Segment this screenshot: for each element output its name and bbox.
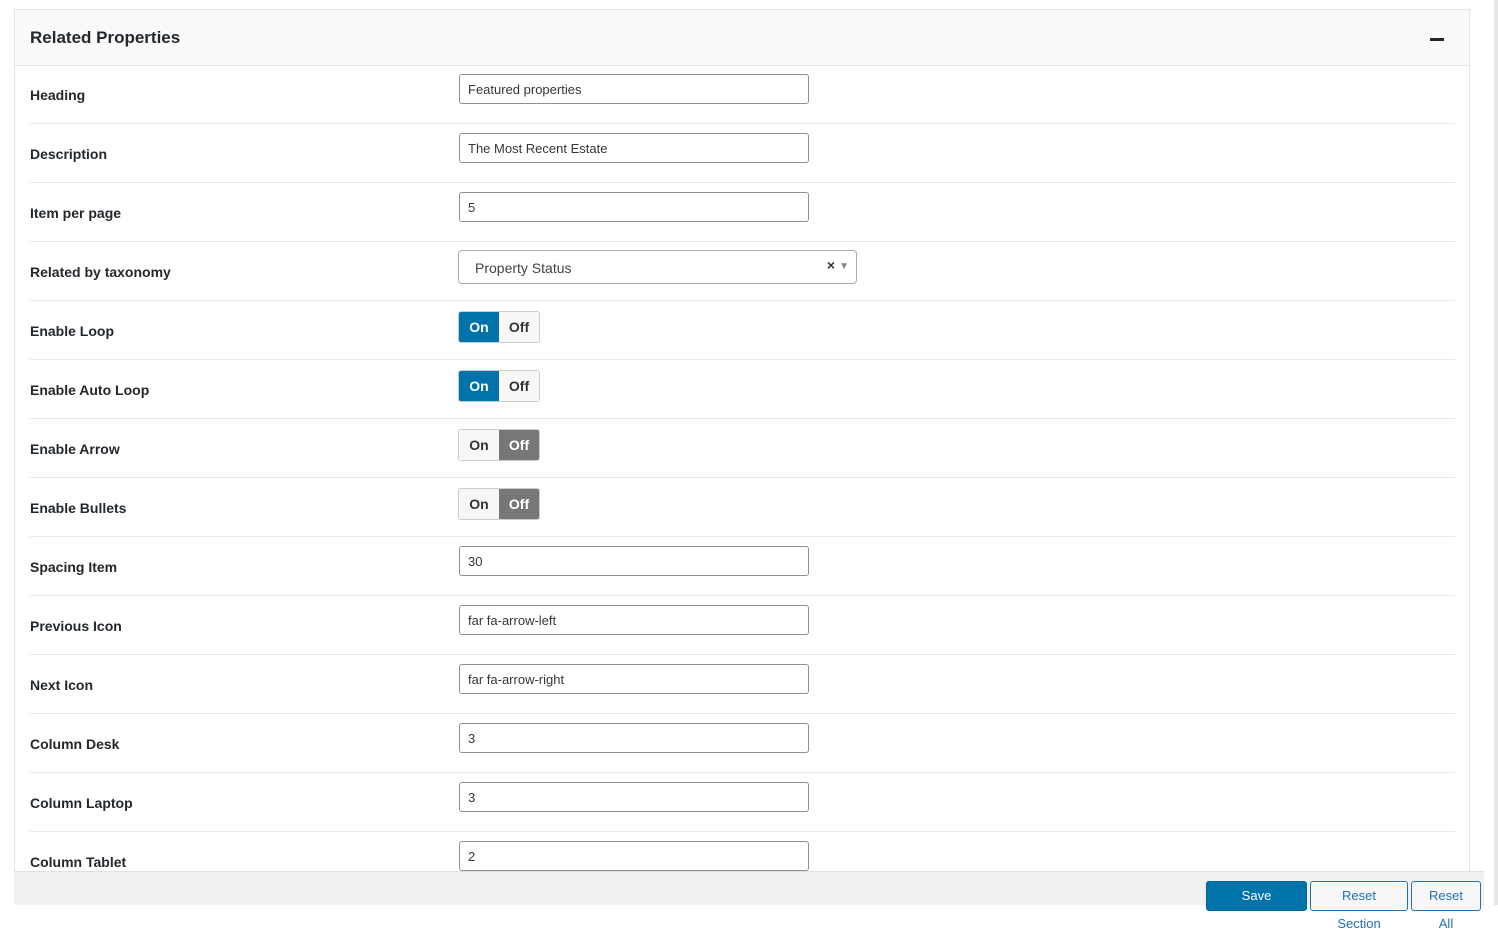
description-label: Description xyxy=(30,146,108,162)
toggle-on[interactable]: On xyxy=(459,489,499,519)
toggle-on[interactable]: On xyxy=(459,430,499,460)
clear-icon[interactable]: × xyxy=(827,257,835,273)
column-desk-input[interactable] xyxy=(459,723,809,753)
related-by-taxonomy-select[interactable]: Property Status × ▼ xyxy=(458,250,857,284)
save-changes-button[interactable]: Save Changes xyxy=(1206,881,1307,931)
row-previous-icon: Previous Icon xyxy=(30,596,1455,655)
options-footer: Save Changes Reset Section Reset All xyxy=(14,871,1484,931)
enable-auto-loop-toggle[interactable]: On Off xyxy=(458,370,540,402)
minus-icon[interactable] xyxy=(1427,27,1447,47)
select-value: Property Status xyxy=(475,260,572,276)
toggle-off[interactable]: Off xyxy=(499,312,539,342)
next-icon-input[interactable] xyxy=(459,664,809,694)
enable-bullets-label: Enable Bullets xyxy=(30,500,127,516)
row-description: Description xyxy=(30,124,1455,183)
toggle-on[interactable]: On xyxy=(459,371,499,401)
enable-loop-label: Enable Loop xyxy=(30,323,114,339)
related-by-taxonomy-label: Related by taxonomy xyxy=(30,264,171,280)
description-input[interactable] xyxy=(459,133,809,163)
column-tablet-label: Column Tablet xyxy=(30,854,127,870)
spacing-item-input[interactable] xyxy=(459,546,809,576)
column-desk-label: Column Desk xyxy=(30,736,120,752)
row-enable-bullets: Enable Bullets On Off xyxy=(30,478,1455,537)
row-related-by-taxonomy: Related by taxonomy Property Status × ▼ xyxy=(30,242,1455,301)
enable-arrow-toggle[interactable]: On Off xyxy=(458,429,540,461)
row-enable-arrow: Enable Arrow On Off xyxy=(30,419,1455,478)
previous-icon-input[interactable] xyxy=(459,605,809,635)
row-spacing-item: Spacing Item xyxy=(30,537,1455,596)
row-enable-loop: Enable Loop On Off xyxy=(30,301,1455,360)
enable-loop-toggle[interactable]: On Off xyxy=(458,311,540,343)
related-properties-panel: Related Properties Heading Description I… xyxy=(14,9,1470,871)
row-next-icon: Next Icon xyxy=(30,655,1455,714)
previous-icon-label: Previous Icon xyxy=(30,618,122,634)
row-heading: Heading xyxy=(30,65,1455,124)
reset-all-button[interactable]: Reset All xyxy=(1411,881,1481,931)
spacing-item-label: Spacing Item xyxy=(30,559,118,575)
reset-section-button[interactable]: Reset Section xyxy=(1310,881,1408,931)
toggle-off[interactable]: Off xyxy=(499,371,539,401)
column-tablet-input[interactable] xyxy=(459,841,809,871)
item-per-page-input[interactable] xyxy=(459,192,809,222)
enable-bullets-toggle[interactable]: On Off xyxy=(458,488,540,520)
toggle-off[interactable]: Off xyxy=(499,430,539,460)
column-laptop-input[interactable] xyxy=(459,782,809,812)
row-column-desk: Column Desk xyxy=(30,714,1455,773)
row-column-laptop: Column Laptop xyxy=(30,773,1455,832)
chevron-down-icon[interactable]: ▼ xyxy=(839,261,849,272)
item-per-page-label: Item per page xyxy=(30,205,122,221)
panel-header: Related Properties xyxy=(15,10,1469,66)
next-icon-label: Next Icon xyxy=(30,677,94,693)
heading-label: Heading xyxy=(30,87,86,103)
row-enable-auto-loop: Enable Auto Loop On Off xyxy=(30,360,1455,419)
enable-auto-loop-label: Enable Auto Loop xyxy=(30,382,150,398)
panel-title: Related Properties xyxy=(30,28,181,47)
enable-arrow-label: Enable Arrow xyxy=(30,441,120,457)
settings-rows: Heading Description Item per page Relate… xyxy=(30,65,1455,871)
row-column-tablet: Column Tablet xyxy=(30,832,1455,871)
row-item-per-page: Item per page xyxy=(30,183,1455,242)
toggle-on[interactable]: On xyxy=(459,312,499,342)
toggle-off[interactable]: Off xyxy=(499,489,539,519)
column-laptop-label: Column Laptop xyxy=(30,795,133,811)
page-scrollbar[interactable] xyxy=(1494,0,1498,905)
heading-input[interactable] xyxy=(459,74,809,104)
